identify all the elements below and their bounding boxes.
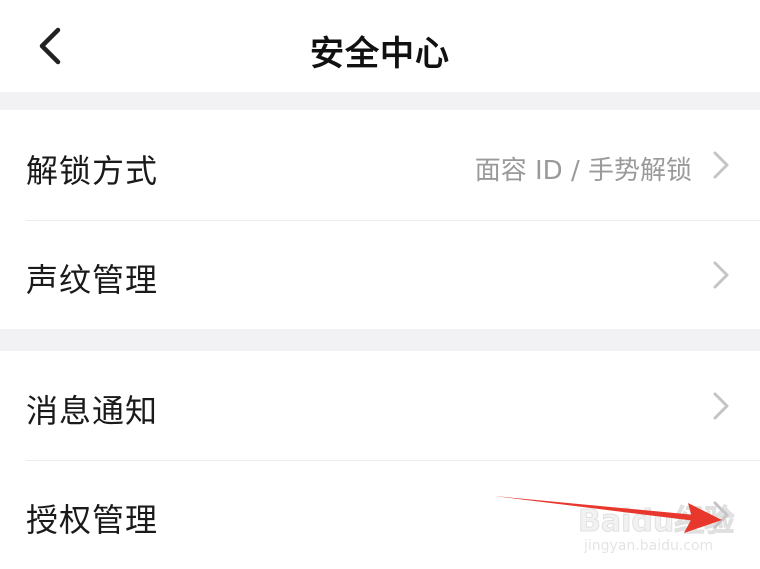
- settings-row-unlock-method[interactable]: 解锁方式 面容 ID / 手势解锁: [0, 110, 760, 220]
- chevron-right-icon: [710, 260, 732, 290]
- section-separator: [0, 92, 760, 110]
- baidu-jingyan-watermark: Baidu经验 jingyan.baidu.com: [570, 494, 734, 560]
- nav-header: 安全中心: [0, 0, 760, 92]
- chevron-right-icon: [710, 391, 732, 421]
- watermark-url: jingyan.baidu.com: [584, 538, 714, 554]
- watermark-brand: Baidu经验: [577, 504, 735, 540]
- row-label: 解锁方式: [26, 152, 159, 190]
- chevron-right-icon: [710, 150, 732, 180]
- settings-row-voiceprint[interactable]: 声纹管理: [0, 221, 760, 329]
- page-title: 安全中心: [310, 34, 450, 74]
- security-center-screen: 安全中心 解锁方式 面容 ID / 手势解锁 声纹管理 消息通知 授权管理 Ba…: [0, 0, 760, 569]
- section-separator: [0, 329, 760, 351]
- row-label: 声纹管理: [26, 261, 159, 299]
- row-label: 授权管理: [26, 501, 159, 539]
- settings-row-notifications[interactable]: 消息通知: [0, 351, 760, 460]
- row-value: 面容 ID / 手势解锁: [474, 156, 692, 186]
- row-label: 消息通知: [26, 392, 159, 430]
